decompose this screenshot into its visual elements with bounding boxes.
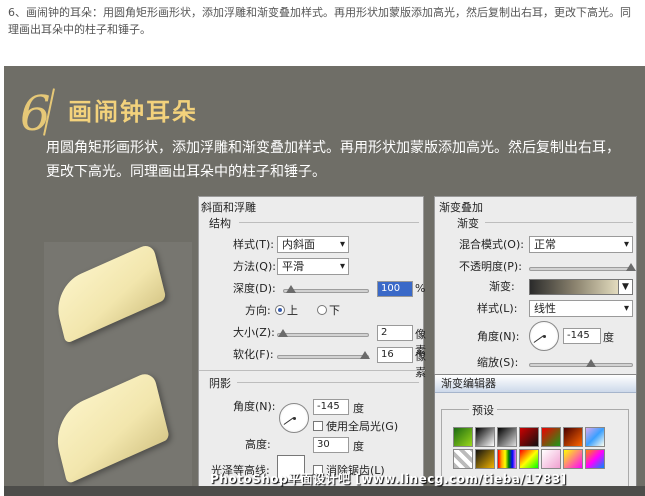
preset-swatch[interactable] xyxy=(519,449,539,469)
depth-slider-knob[interactable] xyxy=(286,285,296,293)
soften-input[interactable]: 16 xyxy=(377,347,413,363)
ear-preview xyxy=(44,242,192,496)
chevron-down-icon[interactable]: ▼ xyxy=(618,280,632,294)
opacity-label: 不透明度(P): xyxy=(459,260,522,273)
bevel-emboss-panel: 斜面和浮雕 结构 样式(T): 内斜面 方法(Q): 平滑 深度(D): 100… xyxy=(198,196,426,496)
preset-swatch[interactable] xyxy=(475,427,495,447)
right-ear-shape xyxy=(50,369,170,485)
gradient-angle-input[interactable]: -145 xyxy=(563,328,601,344)
step-description: 用圆角矩形画形状，添加浮雕和渐变叠加样式。再用形状加蒙版添加高光。然后复制出右耳… xyxy=(46,140,620,180)
altitude-input[interactable]: 30 xyxy=(313,437,349,453)
size-input[interactable]: 2 xyxy=(377,325,413,341)
angle-unit: 度 xyxy=(353,402,364,415)
direction-up-radio[interactable]: 上 xyxy=(275,303,298,319)
article-caption: 6、画闹钟的耳朵：用圆角矩形画形状，添加浮雕和渐变叠加样式。再用形状加蒙版添加高… xyxy=(8,6,631,36)
angle-input[interactable]: -145 xyxy=(313,399,349,415)
soften-unit: 像素 xyxy=(415,350,426,379)
size-slider[interactable] xyxy=(277,329,369,337)
radio-off-icon xyxy=(317,305,327,315)
soften-slider-knob[interactable] xyxy=(360,351,370,359)
style-label: 样式(T): xyxy=(233,238,275,251)
blend-mode-label: 混合模式(O): xyxy=(459,238,524,251)
altitude-unit: 度 xyxy=(353,440,364,453)
size-slider-knob[interactable] xyxy=(278,329,288,337)
blend-mode-select[interactable]: 正常 xyxy=(529,236,633,253)
step-title: 画闹钟耳朵 xyxy=(68,98,198,126)
preset-swatch[interactable] xyxy=(563,427,583,447)
bevel-method-select[interactable]: 平滑 xyxy=(277,258,349,275)
structure-label: 结构 xyxy=(209,217,231,230)
direction-label: 方向: xyxy=(245,304,271,317)
opacity-slider-knob[interactable] xyxy=(626,263,636,271)
opacity-slider[interactable] xyxy=(529,263,636,271)
angle-dial[interactable] xyxy=(279,403,309,433)
dial-hand-icon xyxy=(283,417,294,425)
depth-slider[interactable] xyxy=(283,285,369,293)
preset-swatch[interactable] xyxy=(453,449,473,469)
soften-slider[interactable] xyxy=(277,351,370,359)
preset-swatch[interactable] xyxy=(585,449,605,469)
preset-swatch[interactable] xyxy=(497,427,517,447)
checkbox-icon xyxy=(313,421,323,431)
gradient-editor-title: 渐变编辑器 xyxy=(435,375,636,393)
gradient-angle-label: 角度(N): xyxy=(477,330,520,343)
size-label: 大小(Z): xyxy=(233,326,275,339)
shading-label: 阴影 xyxy=(209,377,231,390)
depth-input[interactable]: 100 xyxy=(377,281,413,297)
soften-label: 软化(F): xyxy=(233,348,274,361)
scale-label: 缩放(S): xyxy=(477,356,519,369)
direction-down-radio[interactable]: 下 xyxy=(317,303,340,319)
footer-bar xyxy=(4,486,645,496)
preset-swatch[interactable] xyxy=(563,449,583,469)
dial-hand-icon xyxy=(533,335,544,343)
altitude-label: 高度: xyxy=(245,438,271,451)
gradient-angle-unit: 度 xyxy=(603,331,614,344)
direction-up-label: 上 xyxy=(287,304,298,317)
preset-swatch[interactable] xyxy=(497,449,517,469)
preset-swatches xyxy=(453,427,623,469)
depth-label: 深度(D): xyxy=(233,282,276,295)
bevel-style-select[interactable]: 内斜面 xyxy=(277,236,349,253)
angle-label: 角度(N): xyxy=(233,400,276,413)
method-label: 方法(Q): xyxy=(233,260,276,273)
preset-swatch[interactable] xyxy=(475,449,495,469)
preset-swatch[interactable] xyxy=(453,427,473,447)
presets-label: 预设 xyxy=(469,403,497,419)
scale-slider-knob[interactable] xyxy=(586,359,596,367)
left-ear-shape xyxy=(51,242,167,344)
direction-down-label: 下 xyxy=(329,304,340,317)
gradient-preview-bar[interactable]: ▼ xyxy=(529,279,633,295)
tutorial-canvas: 6 画闹钟耳朵 用圆角矩形画形状，添加浮雕和渐变叠加样式。再用形状加蒙版添加高光… xyxy=(4,66,645,496)
radio-on-icon xyxy=(275,305,285,315)
gradient-style-select[interactable]: 线性 xyxy=(529,300,633,317)
preset-swatch[interactable] xyxy=(541,449,561,469)
preset-swatch[interactable] xyxy=(519,427,539,447)
gradient-label: 渐变: xyxy=(489,280,515,293)
gradient-angle-dial[interactable] xyxy=(529,321,559,351)
step-number: 6 xyxy=(20,86,51,142)
scale-slider[interactable] xyxy=(529,359,633,367)
gradient-style-label: 样式(L): xyxy=(477,302,518,315)
global-light-label: 使用全局光(G) xyxy=(326,420,399,433)
global-light-checkbox[interactable]: 使用全局光(G) xyxy=(313,419,398,435)
gradient-overlay-panel: 渐变叠加 渐变 混合模式(O): 正常 不透明度(P): 渐变: ▼ 样式(L)… xyxy=(434,196,637,376)
watermark: PhotoShop平面设计吧 [www.linecg.com/tieba/178… xyxy=(210,472,567,486)
preset-swatch[interactable] xyxy=(541,427,561,447)
preset-swatch[interactable] xyxy=(585,427,605,447)
depth-unit: % xyxy=(415,282,426,295)
gradient-section-label: 渐变 xyxy=(457,217,479,230)
gradient-overlay-title: 渐变叠加 xyxy=(439,201,483,214)
bevel-title: 斜面和浮雕 xyxy=(201,201,256,214)
